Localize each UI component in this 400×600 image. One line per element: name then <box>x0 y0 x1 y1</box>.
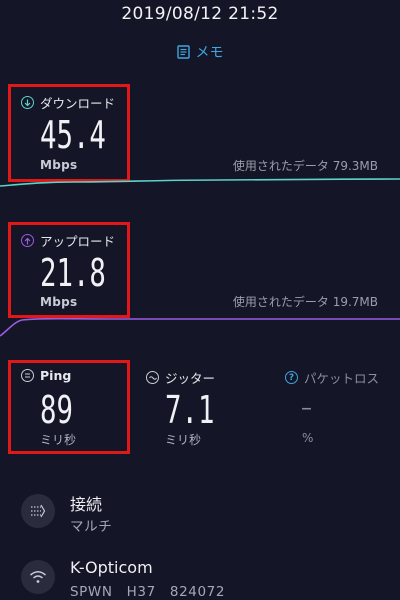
jitter-value: 7.1 <box>165 388 215 432</box>
download-label-row: ダウンロード <box>21 93 115 112</box>
wifi-icon <box>21 560 55 594</box>
memo-button[interactable]: メモ <box>0 42 400 62</box>
jitter-wave-icon <box>146 371 159 384</box>
ping-label: Ping <box>40 368 72 383</box>
ping-label-row: Ping <box>21 368 71 383</box>
provider-name: K-Opticom <box>70 558 153 577</box>
question-mark-icon[interactable]: ? <box>285 371 298 384</box>
packet-loss-unit: % <box>302 431 314 445</box>
upload-label: アップロード <box>40 234 116 249</box>
download-arrow-icon <box>21 96 34 109</box>
jitter-unit: ミリ秒 <box>165 433 202 447</box>
memo-label: メモ <box>195 45 224 61</box>
packet-loss-label: パケットロス <box>304 371 380 386</box>
packet-loss-value: – <box>301 396 312 421</box>
jitter-label-row: ジッター <box>146 368 215 387</box>
download-speed-graph <box>0 178 400 187</box>
status-datetime: 2019/08/12 21:52 <box>121 4 279 24</box>
multi-connection-icon <box>21 494 55 528</box>
upload-speed-value: 21.8 <box>40 251 106 295</box>
provider-server: SPWN H37 824072 <box>70 584 226 600</box>
upload-speed-graph <box>0 317 400 337</box>
packet-loss-label-row: ? パケットロス <box>285 368 379 387</box>
ping-unit: ミリ秒 <box>40 433 77 447</box>
connection-title: 接続 <box>70 495 103 514</box>
upload-speed-unit: Mbps <box>40 295 78 309</box>
upload-arrow-icon <box>21 234 34 247</box>
jitter-label: ジッター <box>165 371 216 386</box>
connection-type: マルチ <box>70 519 113 535</box>
ping-icon <box>21 369 34 382</box>
upload-label-row: アップロード <box>21 231 115 250</box>
ping-value: 89 <box>40 388 73 432</box>
memo-icon <box>176 45 190 59</box>
download-speed-value: 45.4 <box>40 113 106 157</box>
download-label: ダウンロード <box>40 96 116 111</box>
